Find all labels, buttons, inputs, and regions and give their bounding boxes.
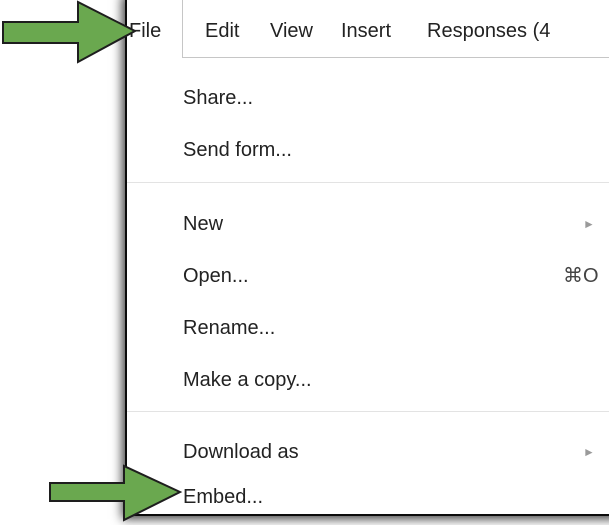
- menu-bar: File Edit View Insert Responses (4: [127, 0, 609, 58]
- annotation-arrow-file-icon: [2, 0, 138, 64]
- menu-view[interactable]: View: [270, 0, 313, 58]
- menu-item-share[interactable]: Share...: [127, 72, 609, 124]
- menu-item-label: Rename...: [183, 317, 276, 339]
- menu-item-label: Open...: [183, 265, 249, 287]
- menu-item-send-form[interactable]: Send form...: [127, 124, 609, 176]
- menu-insert[interactable]: Insert: [341, 0, 391, 58]
- menu-item-label: Make a copy...: [183, 369, 312, 391]
- menu-divider: [127, 182, 609, 183]
- screenshot-frame: File Edit View Insert Responses (4 Share…: [127, 0, 609, 514]
- menu-item-label: New: [183, 213, 224, 235]
- menu-item-label: Embed...: [183, 486, 264, 508]
- menu-item-label: Send form...: [183, 139, 292, 161]
- keyboard-shortcut: ⌘O: [563, 265, 599, 287]
- menu-responses[interactable]: Responses (4: [427, 0, 550, 58]
- annotation-arrow-embed-icon: [49, 464, 183, 522]
- file-dropdown-menu: Share... Send form... New ► Open... ⌘O R…: [127, 58, 609, 514]
- annotated-screenshot: File Edit View Insert Responses (4 Share…: [0, 0, 609, 525]
- menu-item-label: Share...: [183, 87, 254, 109]
- menu-item-embed[interactable]: Embed...: [127, 471, 609, 514]
- submenu-arrow-icon: ►: [583, 217, 595, 231]
- menu-item-make-a-copy[interactable]: Make a copy...: [127, 354, 609, 406]
- menu-divider: [127, 411, 609, 412]
- menu-item-open[interactable]: Open... ⌘O: [127, 250, 609, 302]
- menu-edit[interactable]: Edit: [205, 0, 239, 58]
- menu-item-rename[interactable]: Rename...: [127, 302, 609, 354]
- menu-item-new[interactable]: New ►: [127, 198, 609, 250]
